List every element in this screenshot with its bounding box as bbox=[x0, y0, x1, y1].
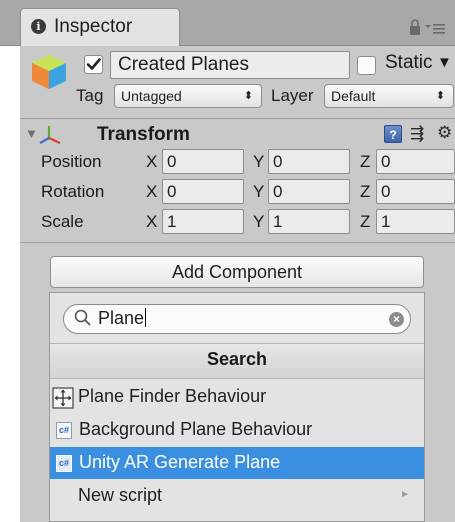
context-menu-icon bbox=[425, 24, 445, 34]
inspector-tab-title: Inspector bbox=[54, 16, 133, 37]
axis-y-label: Y bbox=[253, 182, 265, 201]
gameobject-name-field[interactable]: Created Planes bbox=[110, 51, 350, 79]
search-icon bbox=[73, 308, 93, 333]
move-tool-icon bbox=[52, 387, 74, 414]
rotation-x-field[interactable]: 0 bbox=[162, 179, 244, 204]
axis-z-label: Z bbox=[360, 182, 371, 201]
info-icon: i bbox=[31, 19, 46, 34]
updown-arrow-icon: ⬍ bbox=[435, 90, 445, 102]
rotation-y-field[interactable]: 0 bbox=[268, 179, 350, 204]
list-item-background-plane-behaviour[interactable]: c# Background Plane Behaviour bbox=[50, 414, 424, 446]
position-z-field[interactable]: 0 bbox=[376, 149, 455, 174]
clear-search-icon[interactable]: × bbox=[389, 312, 404, 327]
transform-axis-icon bbox=[38, 124, 62, 151]
position-y-field[interactable]: 0 bbox=[268, 149, 350, 174]
foldout-arrow-icon[interactable]: ▼ bbox=[25, 126, 38, 141]
updown-arrow-icon: ⬍ bbox=[243, 90, 253, 102]
scale-label: Scale bbox=[41, 212, 84, 231]
gameobject-cube-icon bbox=[28, 52, 70, 97]
layer-dropdown[interactable]: Default ⬍ bbox=[324, 84, 454, 108]
position-label: Position bbox=[41, 152, 102, 171]
scale-x-field[interactable]: 1 bbox=[162, 209, 244, 234]
rotation-z-field[interactable]: 0 bbox=[376, 179, 455, 204]
divider bbox=[20, 118, 455, 119]
axis-z-label: Z bbox=[360, 152, 371, 171]
list-item-new-script[interactable]: New script ► bbox=[50, 480, 424, 512]
axis-y-label: Y bbox=[253, 152, 265, 171]
list-item-label: Unity AR Generate Plane bbox=[79, 452, 281, 472]
rotation-label: Rotation bbox=[41, 182, 105, 201]
list-item-label: New script bbox=[78, 485, 163, 505]
axis-x-label: X bbox=[146, 152, 158, 171]
static-checkbox[interactable] bbox=[357, 56, 376, 75]
position-x-field[interactable]: 0 bbox=[162, 149, 244, 174]
list-item-label: Plane Finder Behaviour bbox=[78, 386, 267, 406]
list-item-unity-ar-generate-plane[interactable]: c# Unity AR Generate Plane bbox=[50, 447, 424, 479]
active-checkbox[interactable] bbox=[84, 55, 103, 74]
axis-z-label: Z bbox=[360, 212, 371, 231]
lock-icon[interactable] bbox=[408, 18, 448, 38]
search-results-title: Search bbox=[206, 349, 268, 369]
preset-sliders-icon[interactable]: ⇶ bbox=[410, 124, 424, 144]
search-input-value[interactable]: Plane bbox=[98, 308, 147, 329]
add-component-button[interactable]: Add Component bbox=[50, 256, 424, 288]
divider bbox=[20, 242, 455, 243]
static-label: Static bbox=[385, 52, 433, 73]
axis-x-label: X bbox=[146, 212, 158, 231]
list-item-label: Background Plane Behaviour bbox=[79, 419, 313, 439]
layer-label: Layer bbox=[271, 86, 314, 105]
tag-label: Tag bbox=[76, 86, 104, 105]
checkmark-icon bbox=[86, 58, 101, 70]
layer-value: Default bbox=[331, 88, 376, 104]
gear-icon[interactable]: ⚙ bbox=[437, 123, 452, 143]
submenu-arrow-icon: ► bbox=[400, 489, 410, 500]
scale-y-field[interactable]: 1 bbox=[268, 209, 350, 234]
scale-z-field[interactable]: 1 bbox=[376, 209, 455, 234]
help-icon[interactable]: ? bbox=[384, 125, 402, 143]
axis-y-label: Y bbox=[253, 212, 265, 231]
transform-title: Transform bbox=[97, 124, 190, 145]
axis-x-label: X bbox=[146, 182, 158, 201]
script-icon: c# bbox=[56, 455, 72, 472]
text-caret bbox=[145, 308, 147, 327]
tag-value: Untagged bbox=[121, 88, 182, 104]
script-icon: c# bbox=[56, 422, 72, 439]
static-dropdown-arrow-icon[interactable]: ▼ bbox=[437, 54, 452, 71]
list-item-plane-finder-behaviour[interactable]: Plane Finder Behaviour bbox=[50, 381, 424, 413]
tag-dropdown[interactable]: Untagged ⬍ bbox=[114, 84, 262, 108]
inspector-tab[interactable]: i Inspector bbox=[20, 8, 180, 47]
tab-menu-controls[interactable] bbox=[408, 18, 448, 38]
